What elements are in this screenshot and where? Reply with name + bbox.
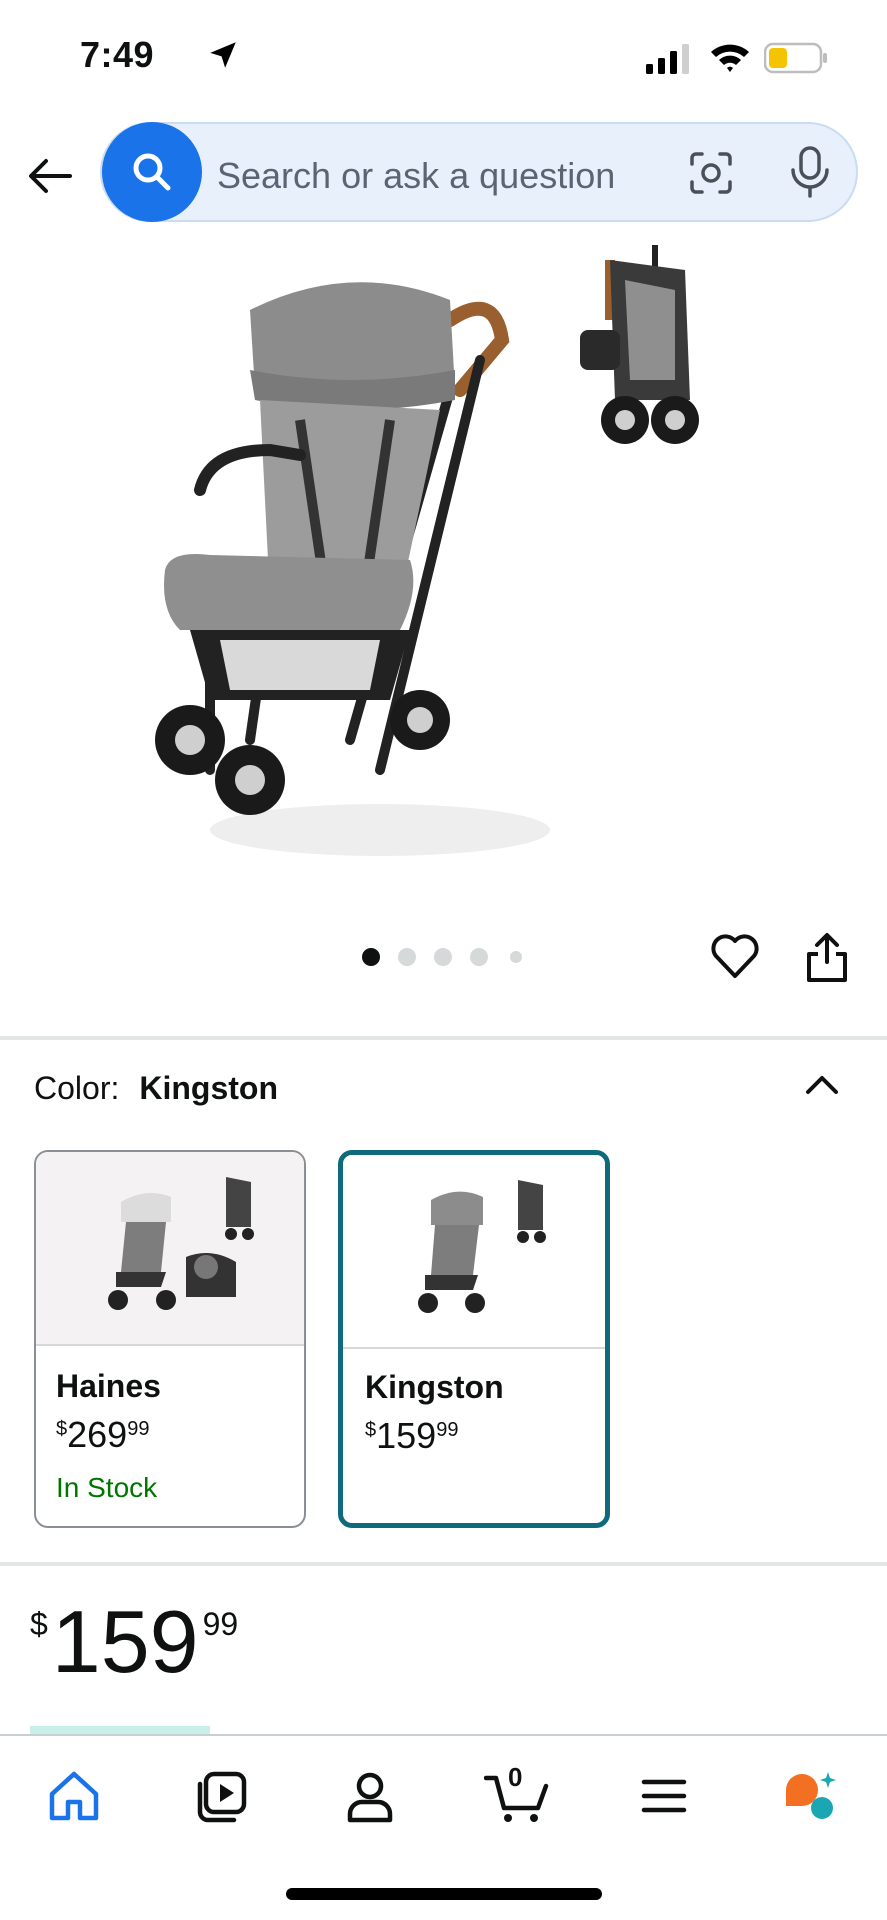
search-bar[interactable]: Search or ask a question [100, 122, 858, 222]
color-label-text: Color: [34, 1070, 120, 1106]
price-currency: $ [365, 1419, 377, 1441]
color-label: Color: Kingston [34, 1070, 278, 1107]
back-arrow-icon[interactable] [24, 150, 76, 202]
kingston-image-area [343, 1155, 605, 1349]
gallery-dot-4[interactable] [470, 948, 488, 966]
search-input[interactable]: Search or ask a question [217, 155, 615, 197]
price-whole: 269 [67, 1414, 128, 1455]
folded-stroller-image[interactable] [575, 240, 725, 450]
cart-button[interactable]: 0 [483, 1762, 554, 1826]
rufus-assistant-icon[interactable] [780, 1766, 840, 1826]
price-whole: 159 [376, 1415, 437, 1456]
price-currency: $ [30, 1606, 48, 1642]
cellular-signal-icon [646, 44, 689, 74]
chevron-up-icon[interactable] [802, 1068, 842, 1098]
selected-color-value: Kingston [139, 1070, 278, 1106]
search-icon [133, 153, 171, 191]
product-image-stroller[interactable] [150, 270, 570, 870]
product-price: $159 99 [30, 1598, 238, 1686]
cart-count: 0 [508, 1762, 523, 1792]
gallery-dot-2[interactable] [398, 948, 416, 966]
haines-stroller-image [108, 1177, 254, 1310]
home-icon[interactable] [44, 1766, 104, 1826]
gallery-dot-3[interactable] [434, 948, 452, 966]
status-time: 7:49 [80, 34, 155, 75]
video-icon[interactable] [192, 1766, 252, 1826]
account-icon[interactable] [340, 1766, 400, 1826]
color-option-name: Haines [56, 1368, 161, 1404]
price-currency: $ [56, 1418, 68, 1440]
menu-icon[interactable] [634, 1766, 694, 1826]
search-button[interactable] [102, 122, 202, 222]
gallery-dot-5[interactable] [510, 951, 522, 963]
price-whole: 159 [51, 1592, 199, 1691]
gallery-dot-1[interactable] [362, 948, 380, 966]
color-option-haines[interactable]: Haines $26999 In Stock [34, 1150, 306, 1528]
price-fraction: 99 [127, 1418, 150, 1440]
microphone-icon[interactable] [788, 146, 832, 198]
price-fraction: 99 [436, 1419, 459, 1441]
kingston-stroller-image [418, 1180, 546, 1313]
stock-status: In Stock [56, 1472, 158, 1503]
section-divider [0, 1562, 887, 1566]
haines-image-area [36, 1152, 304, 1346]
color-option-kingston[interactable]: Kingston $15999 [338, 1150, 610, 1528]
heart-icon[interactable] [710, 932, 760, 980]
location-arrow-icon [210, 42, 236, 68]
color-option-name: Kingston [365, 1369, 504, 1405]
home-indicator [286, 1888, 602, 1900]
section-divider [0, 1036, 887, 1040]
color-option-price: $26999 [56, 1414, 149, 1456]
price-fraction: 99 [202, 1606, 239, 1642]
share-icon[interactable] [804, 932, 850, 984]
color-option-price: $15999 [365, 1415, 458, 1457]
camera-lens-icon[interactable] [688, 150, 734, 196]
battery-icon [764, 42, 827, 74]
wifi-icon [711, 44, 749, 72]
